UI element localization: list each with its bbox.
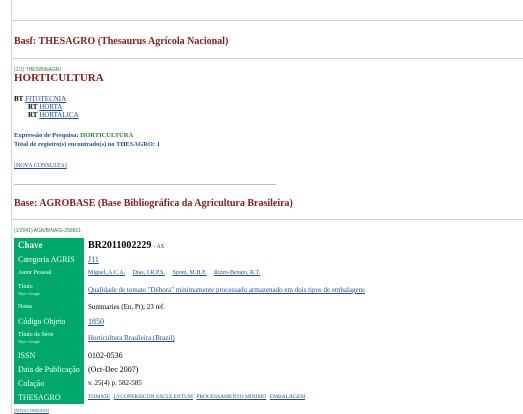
serie-link[interactable]: Horticultura Brasileira (Brazil) bbox=[88, 334, 175, 342]
base-record-id: (1/2041) AGB/BINAGI-258561 bbox=[14, 228, 81, 234]
issn-label: ISSN bbox=[14, 348, 84, 362]
thesagro-tag-link[interactable]: TOMATE bbox=[88, 394, 110, 400]
section-divider bbox=[14, 184, 276, 185]
table-row: Chave BR2011002229 - AS bbox=[14, 238, 369, 252]
data-publicacao-value: (Oct-Dec 2007) bbox=[88, 364, 139, 374]
codigo-cell: 1850 bbox=[84, 314, 369, 328]
author-link[interactable]: Spoto, M.H.F. bbox=[173, 270, 207, 276]
colacao-label: Colação bbox=[14, 376, 84, 390]
serie-label-cell: Título da Série Veja+ Google bbox=[14, 328, 84, 348]
bt-link[interactable]: FITOTECNIA bbox=[25, 95, 66, 103]
serie-google-link[interactable]: Veja+ Google bbox=[18, 339, 80, 344]
record-table: Chave BR2011002229 - AS Categoria AGRIS … bbox=[14, 238, 369, 404]
table-row: Autor Pessoal Miguel, A.C.A. Dias, J.R.P… bbox=[14, 266, 369, 280]
autor-label: Autor Pessoal bbox=[14, 266, 84, 280]
search-expression-value: HORTICULTURA bbox=[80, 132, 134, 139]
total-records-value: 1 bbox=[156, 141, 161, 148]
bt-row: BT FITOTECNIA bbox=[14, 95, 66, 103]
codigo-link[interactable]: 1850 bbox=[88, 317, 104, 326]
basf-divider bbox=[11, 58, 523, 59]
table-row: Colação v. 25(4) p. 582-585 bbox=[14, 376, 369, 390]
notas-value: Summaries (En, Pt); 23 ref. bbox=[88, 303, 165, 311]
left-border bbox=[11, 0, 12, 414]
titulo-label-cell: Título Veja+ Google bbox=[14, 280, 84, 300]
categoria-link[interactable]: J11 bbox=[88, 255, 99, 264]
table-row: Categoria AGRIS J11 bbox=[14, 252, 369, 266]
term-title: HORTICULTURA bbox=[14, 72, 104, 84]
rt-label: RT bbox=[28, 103, 38, 111]
total-records-label: Total de registro(s) encontrado(s) no TH… bbox=[14, 141, 156, 148]
serie-label: Título da Série bbox=[18, 332, 54, 339]
base-heading: Base: AGROBASE (Base Bibliográfica da Ag… bbox=[14, 198, 293, 209]
rt-link-hortalica[interactable]: HORTALICA bbox=[39, 111, 78, 119]
rt-row-1: RT HORTA bbox=[28, 103, 62, 111]
top-divider bbox=[11, 20, 523, 21]
table-row: Notas Summaries (En, Pt); 23 ref. bbox=[14, 300, 369, 314]
rt-link-horta[interactable]: HORTA bbox=[39, 103, 62, 111]
base-divider bbox=[11, 219, 523, 220]
chave-suffix: - AS bbox=[153, 243, 165, 250]
thesagro-cell: TOMATE LYCOPERSICON ESCULENTUM PROCESSAM… bbox=[84, 390, 369, 404]
titulo-label: Título bbox=[18, 284, 33, 291]
page-frame: Basf: THESAGRO (Thesaurus Agrícola Nacio… bbox=[0, 0, 523, 414]
author-link[interactable]: Dias, J.R.P.S. bbox=[133, 270, 165, 276]
titulo-link[interactable]: Qualidade de tomate "Débora" minimamente… bbox=[88, 286, 365, 294]
categoria-label: Categoria AGRIS bbox=[14, 252, 84, 266]
codigo-label: Código Objeto bbox=[14, 314, 84, 328]
issn-value: 0102-0536 bbox=[88, 350, 123, 360]
data-publicacao-label: Data de Publicação bbox=[14, 362, 84, 376]
rt-label: RT bbox=[28, 111, 38, 119]
author-link[interactable]: Rizzo-Benato, R.T. bbox=[214, 270, 260, 276]
table-row: Título Veja+ Google Qualidade de tomate … bbox=[14, 280, 369, 300]
nova-consulta-bottom: [NOVA CONSULTA] bbox=[14, 408, 49, 413]
thesagro-label: THESAGRO bbox=[14, 390, 84, 404]
bt-label: BT bbox=[14, 95, 24, 103]
nova-consulta-link[interactable]: [NOVA CONSULTA] bbox=[14, 163, 67, 169]
colacao-value: v. 25(4) p. 582-585 bbox=[88, 379, 142, 387]
nova-consulta-bottom-link[interactable]: [NOVA CONSULTA] bbox=[14, 408, 49, 413]
categoria-cell: J11 bbox=[84, 252, 369, 266]
author-link[interactable]: Miguel, A.C.A. bbox=[88, 270, 125, 276]
table-row: Código Objeto 1850 bbox=[14, 314, 369, 328]
chave-value: BR2011002229 bbox=[88, 239, 152, 251]
nova-consulta-top: [NOVA CONSULTA] bbox=[14, 163, 67, 169]
thesagro-tag-link[interactable]: EMBALAGEM bbox=[270, 394, 305, 400]
chave-cell: BR2011002229 - AS bbox=[84, 238, 369, 252]
table-row: ISSN 0102-0536 bbox=[14, 348, 369, 362]
notas-label: Notas bbox=[14, 300, 84, 314]
autor-cell: Miguel, A.C.A. Dias, J.R.P.S. Spoto, M.H… bbox=[84, 266, 369, 280]
titulo-google-link[interactable]: Veja+ Google bbox=[18, 291, 80, 296]
serie-cell: Horticultura Brasileira (Brazil) bbox=[84, 328, 369, 348]
search-expression-label: Expressão de Pesquisa: bbox=[14, 132, 79, 139]
chave-label: Chave bbox=[14, 238, 84, 252]
titulo-cell: Qualidade de tomate "Débora" minimamente… bbox=[84, 280, 369, 300]
search-expression: Expressão de Pesquisa: HORTICULTURA bbox=[14, 132, 133, 139]
thesagro-tag-link[interactable]: PROCESSAMENTO MINIMO bbox=[196, 394, 266, 400]
rt-row-2: RT HORTALICA bbox=[28, 111, 79, 119]
thesagro-tag-link[interactable]: LYCOPERSICON ESCULENTUM bbox=[114, 394, 193, 400]
table-row: THESAGRO TOMATE LYCOPERSICON ESCULENTUM … bbox=[14, 390, 369, 404]
total-records: Total de registro(s) encontrado(s) no TH… bbox=[14, 141, 160, 148]
basf-heading: Basf: THESAGRO (Thesaurus Agrícola Nacio… bbox=[14, 36, 229, 47]
table-row: Data de Publicação (Oct-Dec 2007) bbox=[14, 362, 369, 376]
table-row: Título da Série Veja+ Google Horticultur… bbox=[14, 328, 369, 348]
